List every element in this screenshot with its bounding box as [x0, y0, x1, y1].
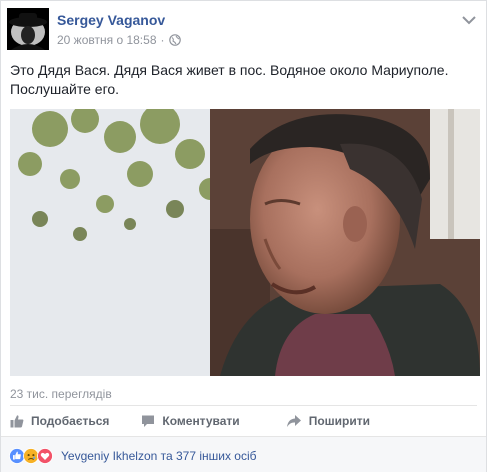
post-header: Sergey Vaganov 20 жовтня о 18:58 · [7, 8, 477, 50]
share-label: Поширити [308, 414, 370, 428]
post-text: Это Дядя Вася. Дядя Вася живет в пос. Во… [10, 62, 449, 97]
meta-separator: · [160, 33, 165, 47]
reaction-icons[interactable] [9, 448, 53, 464]
video-player[interactable] [10, 109, 480, 376]
comment-button[interactable]: Коментувати [141, 414, 240, 428]
comment-icon [142, 415, 155, 427]
love-reaction-icon [37, 448, 53, 464]
comment-label: Коментувати [162, 414, 240, 428]
author-name[interactable]: Sergey Vaganov [57, 12, 165, 28]
like-button[interactable]: Подобається [10, 414, 109, 428]
like-label: Подобається [31, 414, 110, 428]
post-meta: 20 жовтня о 18:58 · [57, 33, 181, 47]
share-button[interactable]: Поширити [286, 414, 370, 428]
action-bar: Подобається Коментувати Поширити [10, 406, 478, 436]
avatar[interactable] [7, 8, 49, 50]
view-count: 23 тис. переглядів [10, 387, 112, 401]
post-card: Sergey Vaganov 20 жовтня о 18:58 · Это Д… [0, 0, 487, 472]
chevron-down-icon[interactable] [461, 12, 477, 25]
thumbs-up-icon [10, 415, 24, 428]
globe-icon [168, 34, 181, 46]
reaction-summary[interactable]: Yevgeniy Ikhelzon та 377 інших осіб [61, 449, 257, 463]
reactions-bar: Yevgeniy Ikhelzon та 377 інших осіб [1, 436, 486, 472]
post-timestamp[interactable]: 20 жовтня о 18:58 [57, 33, 157, 47]
share-arrow-icon [286, 415, 301, 427]
